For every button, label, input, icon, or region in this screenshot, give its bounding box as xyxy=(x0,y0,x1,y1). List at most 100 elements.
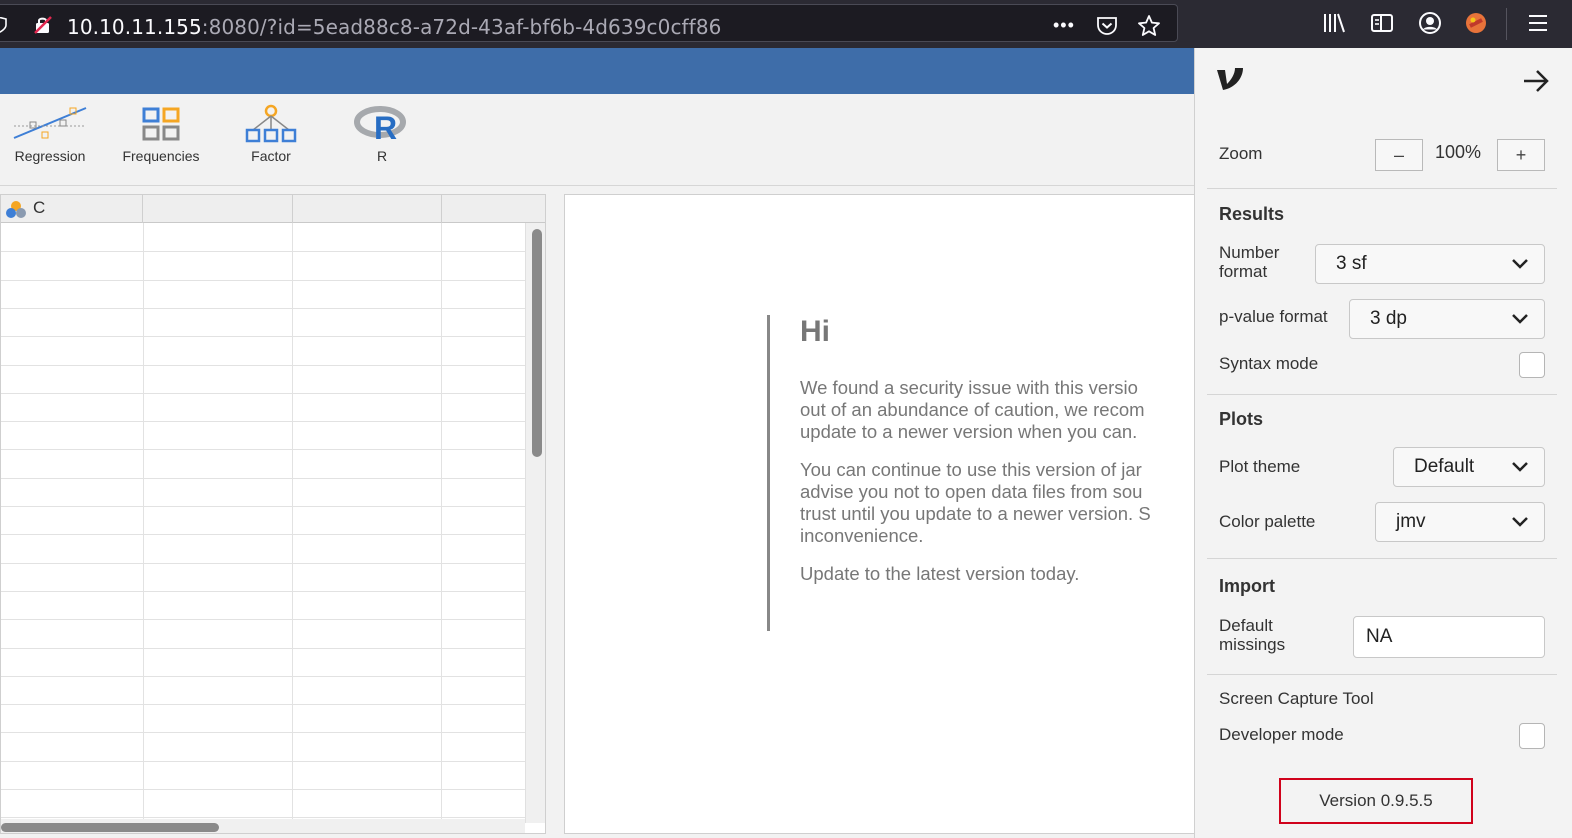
grid-row-line xyxy=(1,534,525,536)
grid-row-line xyxy=(1,279,525,281)
grid-row-line xyxy=(1,590,525,592)
grid-row-line xyxy=(1,364,525,366)
grid-row-line xyxy=(1,704,525,706)
import-section-title: Import xyxy=(1219,576,1275,596)
number-format-select[interactable]: 3 sf xyxy=(1315,244,1545,284)
regression-icon xyxy=(13,107,87,139)
regression-label: Regression xyxy=(14,148,86,164)
zoom-out-button[interactable]: – xyxy=(1375,139,1423,171)
default-missings-input[interactable]: NA xyxy=(1353,616,1545,658)
grid-row-line xyxy=(1,675,525,677)
svg-text:R: R xyxy=(374,110,397,144)
menu-icon[interactable] xyxy=(1526,11,1550,35)
library-icon[interactable] xyxy=(1322,11,1346,35)
grid-row-line xyxy=(1,307,525,309)
screen-capture-tool-link[interactable]: Screen Capture Tool xyxy=(1219,689,1374,708)
frequencies-label: Frequencies xyxy=(122,148,200,164)
browser-toolbar: 10.10.11.155:8080/?id=5ead88c8-a72d-43af… xyxy=(0,0,1572,48)
column-header-2[interactable] xyxy=(143,195,293,223)
frequencies-icon xyxy=(142,107,180,141)
results-section-title: Results xyxy=(1219,204,1285,224)
plot-theme-select[interactable]: Default xyxy=(1393,447,1545,487)
zoom-in-button[interactable]: + xyxy=(1497,139,1545,171)
app-header-bar xyxy=(0,48,1194,94)
pvalue-format-value: 3 dp xyxy=(1370,308,1407,329)
r-label: R xyxy=(376,148,388,164)
horizontal-scrollbar[interactable] xyxy=(1,819,525,833)
notice-title: Hi xyxy=(800,315,830,348)
jamovi-logo-icon xyxy=(1217,68,1243,90)
data-spreadsheet[interactable]: C xyxy=(0,194,546,834)
grid-row-line xyxy=(1,647,525,649)
bookmark-star-icon[interactable] xyxy=(1137,14,1161,38)
analysis-ribbon: Regression Frequencies Factor R R xyxy=(0,94,1194,186)
extension-icon[interactable] xyxy=(1464,11,1488,35)
frequencies-button[interactable]: Frequencies xyxy=(116,104,206,164)
chevron-down-icon xyxy=(1512,517,1528,527)
notice-update-link[interactable]: Update to the latest version today. xyxy=(800,563,1203,585)
reader-view-icon[interactable] xyxy=(1370,11,1394,35)
grid-row-line xyxy=(1,562,525,564)
version-label: Version 0.9.5.5 xyxy=(1279,778,1473,824)
notice-paragraph: We found a security issue with this vers… xyxy=(800,377,1145,442)
page-actions-icon[interactable]: ••• xyxy=(1053,15,1075,36)
number-format-label: Number format xyxy=(1219,243,1280,281)
grid-row-line xyxy=(1,449,525,451)
zoom-label: Zoom xyxy=(1219,144,1263,163)
developer-mode-label: Developer mode xyxy=(1219,725,1344,744)
column-header-row: C xyxy=(1,195,545,223)
close-panel-arrow-icon[interactable] xyxy=(1521,66,1551,96)
factor-button[interactable]: Factor xyxy=(236,104,306,164)
vertical-scroll-thumb[interactable] xyxy=(532,229,542,457)
grid-row-line xyxy=(1,336,525,338)
pvalue-format-select[interactable]: 3 dp xyxy=(1349,299,1545,339)
column-label: C xyxy=(33,198,46,217)
account-icon[interactable] xyxy=(1418,11,1442,35)
grid-row-line xyxy=(1,392,525,394)
default-missings-label: Default missings xyxy=(1219,616,1286,654)
grid-row-line xyxy=(1,619,525,621)
regression-button[interactable]: Regression xyxy=(10,104,90,164)
color-palette-select[interactable]: jmv xyxy=(1375,502,1545,542)
column-header-c[interactable]: C xyxy=(1,195,143,223)
jamovi-logo xyxy=(1215,64,1247,97)
grid-row-line xyxy=(1,789,525,790)
grid-column-divider xyxy=(143,223,144,823)
url-host: 10.10.11.155 xyxy=(67,15,202,39)
grid-row-line xyxy=(1,732,525,734)
insecure-connection-icon[interactable] xyxy=(33,16,53,34)
security-notice: Hi We found a security issue with this v… xyxy=(767,315,1203,631)
grid-row-line xyxy=(1,251,525,253)
settings-panel: Zoom – 100% + Results Number format 3 sf… xyxy=(1194,48,1572,838)
horizontal-scroll-thumb[interactable] xyxy=(1,823,219,832)
pocket-icon[interactable] xyxy=(1096,16,1118,36)
column-header-4[interactable] xyxy=(442,195,545,223)
plot-theme-label: Plot theme xyxy=(1219,457,1301,476)
url-text[interactable]: 10.10.11.155:8080/?id=5ead88c8-a72d-43af… xyxy=(67,15,721,39)
grid-column-divider xyxy=(441,223,442,823)
url-bar[interactable]: 10.10.11.155:8080/?id=5ead88c8-a72d-43af… xyxy=(0,4,1178,42)
syntax-mode-checkbox[interactable] xyxy=(1519,352,1545,378)
r-button[interactable]: R R xyxy=(352,104,412,164)
plots-section-title: Plots xyxy=(1219,409,1264,429)
developer-mode-checkbox[interactable] xyxy=(1519,723,1545,749)
chevron-down-icon xyxy=(1512,462,1528,472)
results-panel: Hi We found a security issue with this v… xyxy=(564,194,1204,834)
grid-row-line xyxy=(1,760,525,762)
shield-icon[interactable] xyxy=(0,17,7,33)
vertical-scrollbar[interactable] xyxy=(525,223,545,823)
number-format-value: 3 sf xyxy=(1336,253,1367,274)
divider xyxy=(1207,188,1557,189)
zoom-value: 100% xyxy=(1435,142,1482,162)
chevron-down-icon xyxy=(1512,314,1528,324)
notice-paragraph: You can continue to use this version of … xyxy=(800,459,1151,546)
toolbar-separator xyxy=(1506,8,1507,40)
grid-column-divider xyxy=(292,223,293,823)
column-header-3[interactable] xyxy=(293,195,442,223)
r-logo-icon: R xyxy=(354,106,406,144)
syntax-mode-label: Syntax mode xyxy=(1219,354,1319,373)
grid-row-line xyxy=(1,477,525,479)
factor-label: Factor xyxy=(251,148,291,164)
divider xyxy=(1207,558,1557,559)
chevron-down-icon xyxy=(1512,259,1528,269)
